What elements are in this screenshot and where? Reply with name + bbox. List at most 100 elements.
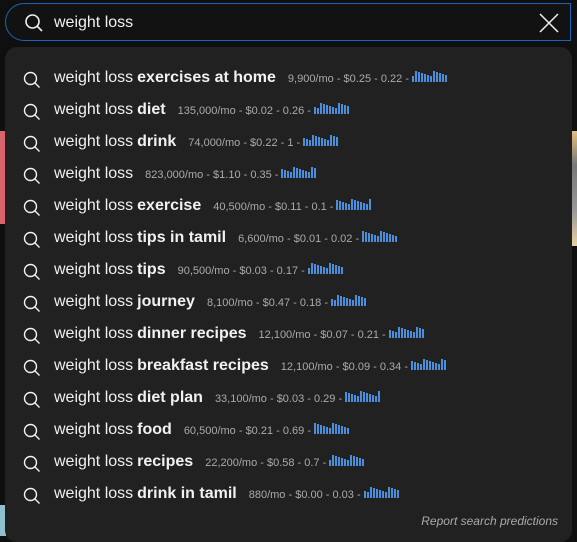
trend-bar xyxy=(360,391,363,402)
trend-bar xyxy=(374,235,377,242)
keyword-stats: 74,000/mo - $0.22 - 1 - xyxy=(188,137,301,149)
trend-bar xyxy=(340,267,343,274)
trend-bar xyxy=(437,364,440,370)
trend-bar xyxy=(346,106,349,114)
trend-sparkline xyxy=(336,198,372,210)
trend-bar xyxy=(363,491,366,498)
trend-bar xyxy=(357,396,360,402)
suggestion-suffix: diet xyxy=(137,101,166,118)
trend-bar xyxy=(366,204,369,210)
trend-bar xyxy=(325,268,328,274)
trend-bar xyxy=(421,329,424,338)
trend-bar xyxy=(337,103,340,114)
search-icon xyxy=(23,135,40,152)
search-icon xyxy=(23,455,40,472)
report-predictions-link[interactable]: Report search predictions xyxy=(421,514,558,528)
suggestion-base: weight loss xyxy=(54,165,134,182)
trend-bar xyxy=(314,423,316,434)
trend-bar xyxy=(323,426,325,434)
suggestion-item[interactable]: weight loss journey 8,100/mo - $0.47 - 0.1… xyxy=(5,286,572,318)
trend-bar xyxy=(293,167,296,178)
trend-bar xyxy=(359,458,362,466)
search-icon xyxy=(23,487,40,504)
suggestion-item[interactable]: weight loss 823,000/mo - $1.10 - 0.35 - xyxy=(5,158,572,190)
trend-bar xyxy=(354,395,357,402)
suggestion-suffix: breakfast recipes xyxy=(137,357,269,374)
trend-bar xyxy=(365,232,368,242)
suggestion-item[interactable]: weight loss diet plan 33,100/mo - $0.03 - … xyxy=(5,382,572,414)
trend-bar xyxy=(315,136,318,146)
keyword-stats: 6,600/mo - $0.01 - 0.02 - xyxy=(238,233,360,245)
suggestion-base: weight loss xyxy=(54,293,134,310)
keyword-stats: 90,500/mo - $0.03 - 0.17 - xyxy=(177,265,305,277)
trend-sparkline xyxy=(313,102,349,114)
trend-bar xyxy=(327,140,330,146)
suggestion-item[interactable]: weight loss exercises at home 9,900/mo - $… xyxy=(5,62,572,94)
suggestion-item[interactable]: weight loss exercise 40,500/mo - $0.11 - 0… xyxy=(5,190,572,222)
trend-bar xyxy=(312,135,315,146)
trend-bar xyxy=(356,457,359,466)
suggestion-item[interactable]: weight loss drink 74,000/mo - $0.22 - 1 - xyxy=(5,126,572,158)
trend-bar xyxy=(375,489,378,498)
trend-sparkline xyxy=(281,166,317,178)
search-icon xyxy=(23,295,40,312)
suggestion-item[interactable]: weight loss food 60,500/mo - $0.21 - 0.69 … xyxy=(5,414,572,446)
trend-bar xyxy=(377,236,380,242)
trend-sparkline xyxy=(329,454,365,466)
suggestion-suffix: exercise xyxy=(137,197,202,214)
trend-bar xyxy=(391,331,394,338)
close-icon[interactable] xyxy=(538,12,560,34)
suggestion-item[interactable]: weight loss tips in tamil 6,600/mo - $0.01… xyxy=(5,222,572,254)
suggestion-suffix: journey xyxy=(137,293,195,310)
search-box xyxy=(5,3,571,41)
keyword-stats: 8,100/mo - $0.47 - 0.18 - xyxy=(206,297,329,309)
search-icon xyxy=(23,423,40,440)
trend-bar xyxy=(350,455,353,466)
trend-bar xyxy=(411,76,414,82)
trend-sparkline xyxy=(410,358,446,370)
trend-bar xyxy=(372,488,375,498)
trend-bar xyxy=(414,71,417,82)
trend-bar xyxy=(369,394,372,402)
trend-bar xyxy=(423,74,426,82)
trend-bar xyxy=(372,395,375,402)
suggestion-base: weight loss xyxy=(54,357,134,374)
trend-bar xyxy=(419,364,422,370)
trend-bar xyxy=(337,266,340,274)
search-icon xyxy=(23,359,40,376)
trend-bar xyxy=(290,172,293,178)
suggestion-item[interactable]: weight loss tips 90,500/mo - $0.03 - 0.17 … xyxy=(5,254,572,286)
trend-bar xyxy=(332,455,335,466)
trend-bar xyxy=(389,234,392,242)
trend-bar xyxy=(386,233,389,242)
trend-bar xyxy=(322,267,325,274)
suggestion-item[interactable]: weight loss dinner recipes 12,100/mo - $0.… xyxy=(5,318,572,350)
trend-bar xyxy=(400,328,403,338)
suggestion-base: weight loss xyxy=(54,485,134,502)
suggestion-item[interactable]: weight loss diet 135,000/mo - $0.02 - 0.26… xyxy=(5,94,572,126)
suggestions-dropdown: Report search predictions weight loss exe… xyxy=(5,47,572,542)
trend-bar xyxy=(338,425,340,434)
trend-bar xyxy=(360,202,363,210)
suggestion-suffix: drink in tamil xyxy=(137,485,237,502)
trend-bar xyxy=(403,329,406,338)
suggestion-base: weight loss xyxy=(54,133,134,150)
trend-bar xyxy=(355,295,358,306)
trend-bar xyxy=(337,295,340,306)
trend-bar xyxy=(341,458,344,466)
trend-bar xyxy=(383,232,386,242)
search-input[interactable] xyxy=(52,10,526,36)
trend-bar xyxy=(397,327,400,338)
suggestion-base: weight loss xyxy=(54,197,134,214)
keyword-stats: 33,100/mo - $0.03 - 0.29 - xyxy=(214,393,343,405)
trend-bar xyxy=(438,73,441,82)
keyword-stats: 22,200/mo - $0.58 - 0.7 - xyxy=(205,457,327,469)
suggestion-item[interactable]: weight loss recipes 22,200/mo - $0.58 - 0.… xyxy=(5,446,572,478)
trend-bar xyxy=(309,140,312,146)
suggestion-item[interactable]: weight loss breakfast recipes 12,100/mo - … xyxy=(5,350,572,382)
trend-bar xyxy=(412,332,415,338)
trend-bar xyxy=(435,72,438,82)
trend-bar xyxy=(340,296,343,306)
suggestion-item[interactable]: weight loss drink in tamil 880/mo - $0.00 … xyxy=(5,478,572,510)
trend-sparkline xyxy=(314,422,349,434)
